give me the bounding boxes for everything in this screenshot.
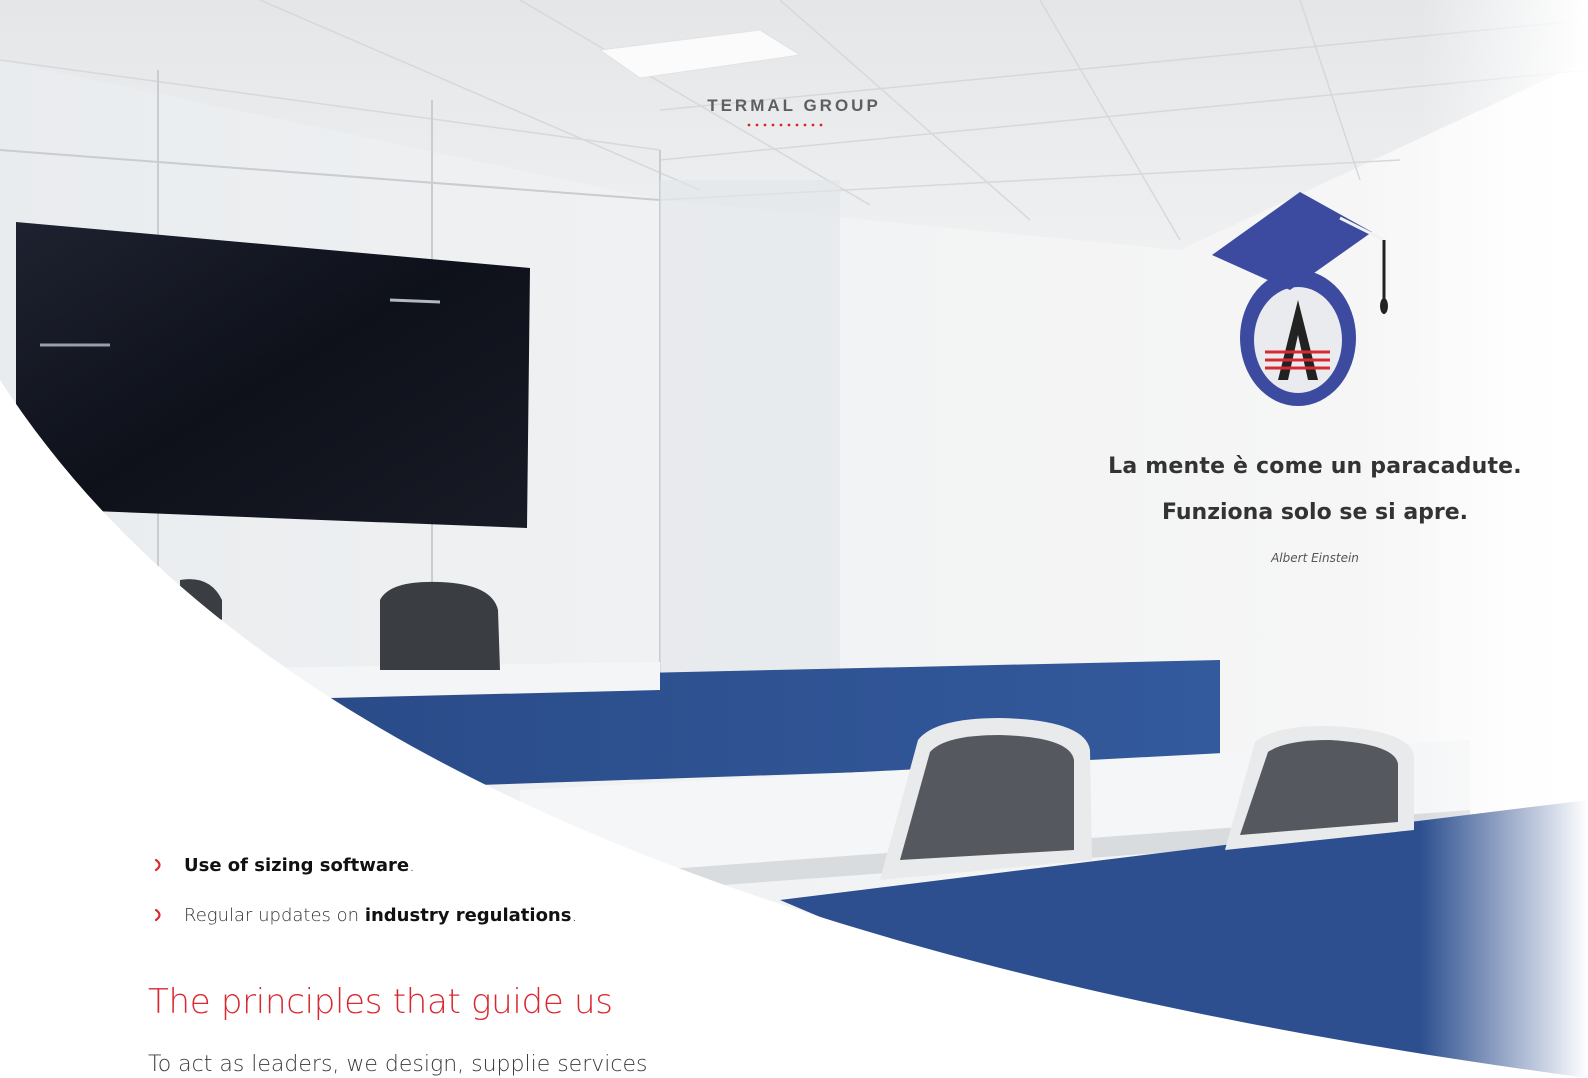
- bullet-bold-text: industry regulations: [364, 904, 572, 926]
- section-heading: The principles that guide us: [148, 982, 613, 1022]
- quote-author: Albert Einstein: [1271, 551, 1359, 565]
- brochure-page: TERMAL GROUP La mente è come un paracadu…: [0, 0, 1588, 1078]
- bullet-bold-text: Use of sizing software: [184, 854, 410, 876]
- brand-title: TERMAL GROUP: [707, 96, 881, 115]
- bullet-tail: .: [571, 904, 578, 926]
- bullet-tail: .: [409, 854, 415, 876]
- quote-line-1: La mente è come un paracadute.: [1108, 454, 1522, 479]
- chevron-right-icon: [154, 858, 161, 872]
- brand-underline-dots: [747, 123, 823, 127]
- chevron-right-icon: [154, 908, 161, 922]
- quote-line-2: Funziona solo se si apre.: [1161, 500, 1469, 525]
- bullet-prefix: Regular updates on: [184, 904, 360, 926]
- list-item: Regular updates on industry regulations.: [150, 902, 577, 928]
- bullet-list: Use of sizing software. Regular updates …: [150, 852, 577, 952]
- list-item: Use of sizing software.: [150, 852, 577, 878]
- section-paragraph: To act as leaders, we design, supplie se…: [148, 1052, 648, 1077]
